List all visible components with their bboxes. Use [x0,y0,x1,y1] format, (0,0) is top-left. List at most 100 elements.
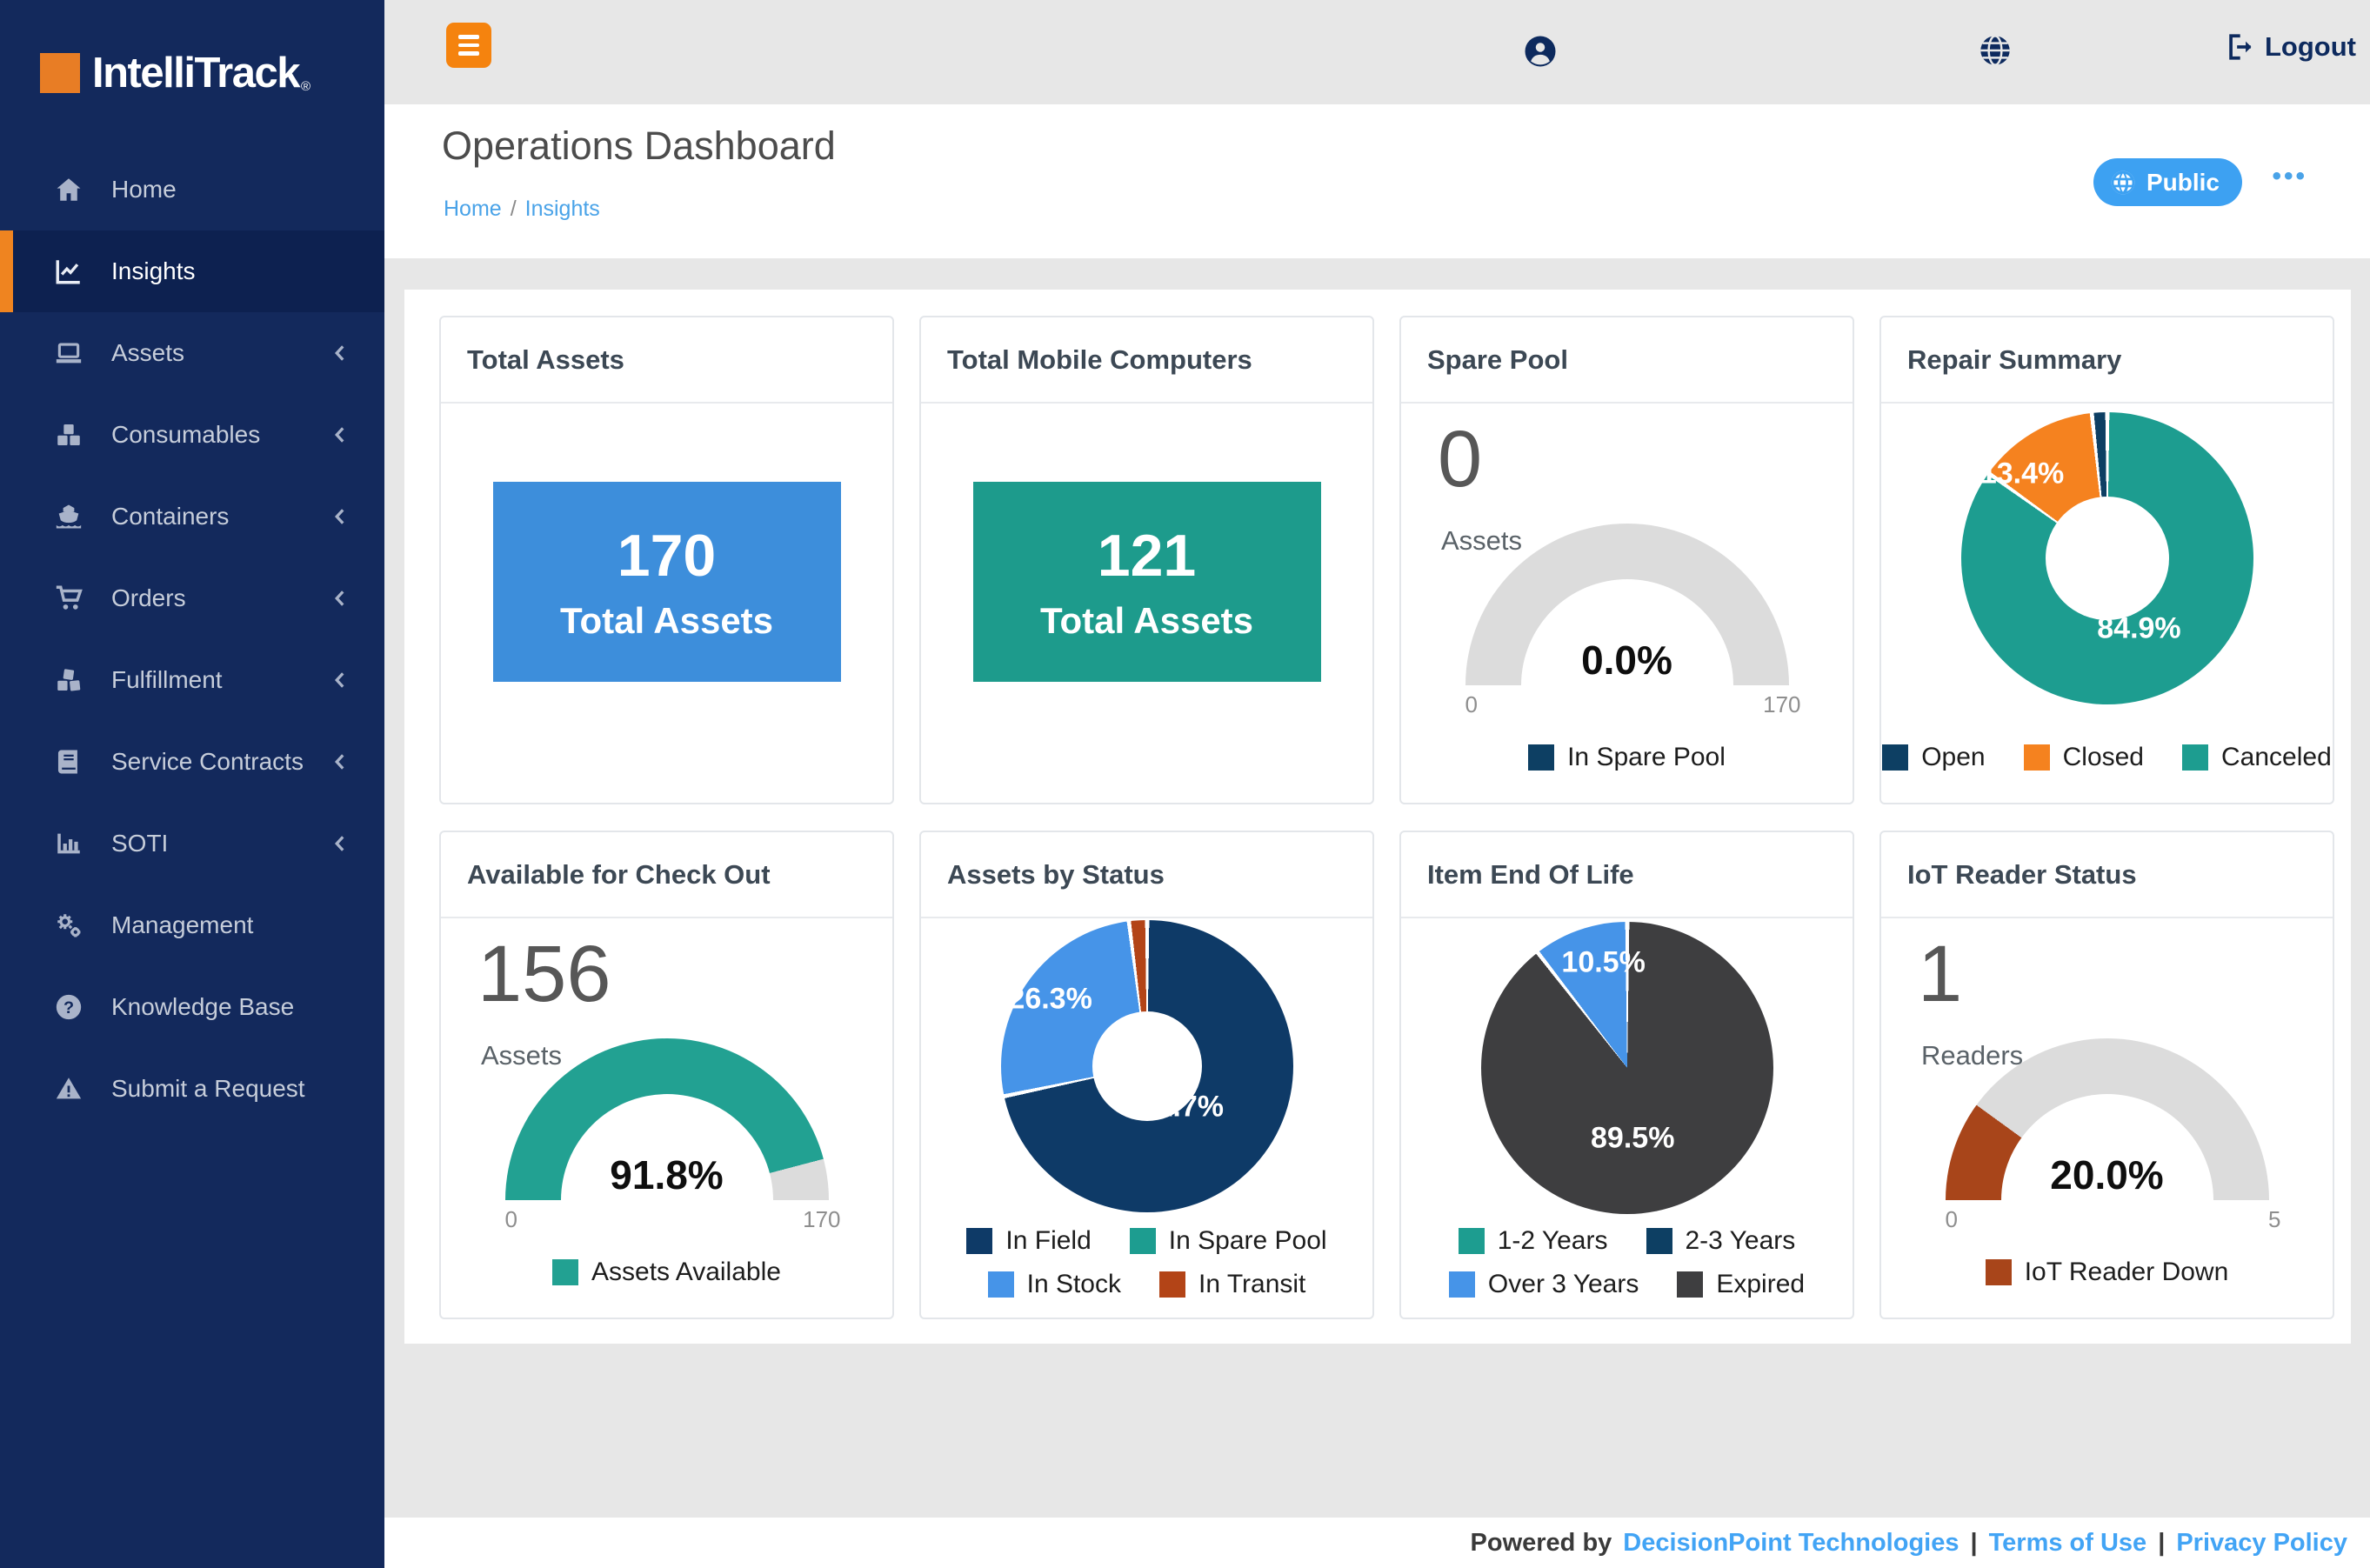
menu-toggle-button[interactable] [446,23,491,68]
brand-logo[interactable]: IntelliTrack ® [40,49,310,97]
sidebar-item-soti[interactable]: SOTI [0,803,384,884]
sidebar-item-submit-request[interactable]: Submit a Request [0,1048,384,1130]
legend-item[interactable]: 1-2 Years [1459,1226,1608,1256]
breadcrumb-home-link[interactable]: Home [444,197,502,221]
legend-swatch [1159,1271,1185,1298]
legend-item[interactable]: Assets Available [552,1258,781,1287]
legend-item[interactable]: In Transit [1159,1270,1305,1299]
logout-button[interactable]: Logout [2225,31,2356,63]
sidebar-item-service-contracts[interactable]: Service Contracts [0,721,384,803]
dashboard-content: Total Assets 170 Total Assets Total Mobi… [384,258,2370,1518]
slice-label-canceled: 84.9% [2097,611,2180,645]
terms-link[interactable]: Terms of Use [1989,1529,2147,1558]
gauge-max-tick: 170 [1763,691,1800,718]
iot-reader-gauge[interactable]: 20.0% [1946,1038,2269,1200]
language-globe-button[interactable] [1978,33,2013,72]
breadcrumb: Home/Insights [444,197,600,222]
more-options-button[interactable]: ••• [2272,162,2307,191]
legend-swatch [1882,744,1908,771]
total-mobile-stat-box: 121 Total Assets [973,482,1321,682]
card-title: IoT Reader Status [1881,832,2333,918]
legend-item[interactable]: Over 3 Years [1449,1270,1639,1299]
sidebar-item-management[interactable]: Management [0,884,384,966]
visibility-badge[interactable]: Public [2093,158,2242,206]
question-circle-icon: ? [49,992,89,1022]
card-title: Spare Pool [1401,317,1853,404]
sidebar-item-label: Containers [111,503,229,530]
card-title: Available for Check Out [441,832,892,918]
sidebar-item-knowledge-base[interactable]: ? Knowledge Base [0,966,384,1048]
legend-item[interactable]: In Stock [988,1270,1121,1299]
legend-item[interactable]: In Field [966,1226,1091,1256]
legend-swatch [2182,744,2208,771]
topbar: Logout [384,0,2370,104]
breadcrumb-current-link[interactable]: Insights [525,197,600,221]
chevron-left-icon [329,751,351,773]
gauge-percent: 91.8% [505,1151,829,1198]
card-title: Assets by Status [921,832,1372,918]
company-link[interactable]: DecisionPoint Technologies [1623,1529,1959,1558]
stat-label: Total Assets [1040,600,1253,642]
footer-separator: | [2158,1529,2165,1558]
slice-label-expired: 89.5% [1591,1121,1674,1155]
card-assets-by-status: Assets by Status 26.3% 71.7% In Field In… [919,831,1374,1319]
legend-item[interactable]: 2-3 Years [1646,1226,1796,1256]
legend-swatch [1130,1228,1156,1254]
sidebar-item-consumables[interactable]: Consumables [0,394,384,476]
cards-panel: Total Assets 170 Total Assets Total Mobi… [404,290,2351,1344]
brand-name: IntelliTrack [92,49,299,97]
card-title: Repair Summary [1881,317,2333,404]
slice-label-closed: 13.4% [1980,457,2064,490]
gauge-percent: 0.0% [1465,637,1789,684]
page-footer: Powered by DecisionPoint Technologies | … [384,1518,2370,1568]
assets-by-status-donut[interactable]: 26.3% 71.7% [1001,920,1293,1212]
privacy-link[interactable]: Privacy Policy [2176,1529,2347,1558]
bar-chart-icon [49,829,89,858]
legend-item[interactable]: Closed [2024,743,2144,772]
spare-pool-gauge[interactable]: 0.0% [1465,524,1789,685]
gauge-min-tick: 0 [505,1206,517,1233]
sidebar-item-insights[interactable]: Insights [0,230,384,312]
card-item-end-of-life: Item End Of Life 10.5% 89.5% 1-2 Years 2… [1399,831,1854,1319]
sidebar-item-label: Orders [111,584,186,612]
sidebar-item-label: Knowledge Base [111,993,294,1021]
legend-item[interactable]: Canceled [2182,743,2332,772]
sidebar-item-label: SOTI [111,830,168,857]
legend-item[interactable]: Open [1882,743,1985,772]
repair-summary-donut[interactable]: 13.4% 84.9% [1961,412,2253,704]
legend-swatch [1449,1271,1475,1298]
card-available-checkout: Available for Check Out 156 Assets 91.8%… [439,831,894,1319]
page-title: Operations Dashboard [442,123,836,169]
sidebar-item-assets[interactable]: Assets [0,312,384,394]
sidebar-item-label: Service Contracts [111,748,304,776]
cart-icon [49,584,89,613]
sidebar-item-home[interactable]: Home [0,149,384,230]
sign-out-icon [2225,32,2254,62]
legend-swatch [1986,1259,2012,1285]
card-title: Item End Of Life [1401,832,1853,918]
main-area: Logout Operations Dashboard Home/Insight… [384,0,2370,1568]
sidebar-item-containers[interactable]: Containers [0,476,384,557]
book-icon [49,747,89,777]
chevron-left-icon [329,424,351,446]
card-title: Total Assets [441,317,892,404]
slice-label-in-stock: 26.3% [1008,982,1092,1016]
available-gauge[interactable]: 91.8% [505,1038,829,1200]
sidebar-item-label: Consumables [111,421,260,449]
footer-separator: | [1970,1529,1977,1558]
legend-item[interactable]: Expired [1677,1270,1805,1299]
legend-item[interactable]: In Spare Pool [1130,1226,1327,1256]
user-profile-button[interactable] [1522,33,1559,74]
chevron-left-icon [329,832,351,855]
legend-item[interactable]: IoT Reader Down [1986,1258,2229,1287]
card-spare-pool: Spare Pool 0 Assets 0.0% 0 170 I [1399,316,1854,804]
boxes-icon [49,665,89,695]
sidebar-item-fulfillment[interactable]: Fulfillment [0,639,384,721]
legend-swatch [1646,1228,1672,1254]
home-icon [49,175,89,204]
warning-icon [49,1074,89,1104]
gauge-max-tick: 170 [803,1206,840,1233]
legend-item[interactable]: In Spare Pool [1528,743,1726,772]
sidebar-item-orders[interactable]: Orders [0,557,384,639]
item-eol-pie[interactable]: 10.5% 89.5% [1481,922,1773,1214]
